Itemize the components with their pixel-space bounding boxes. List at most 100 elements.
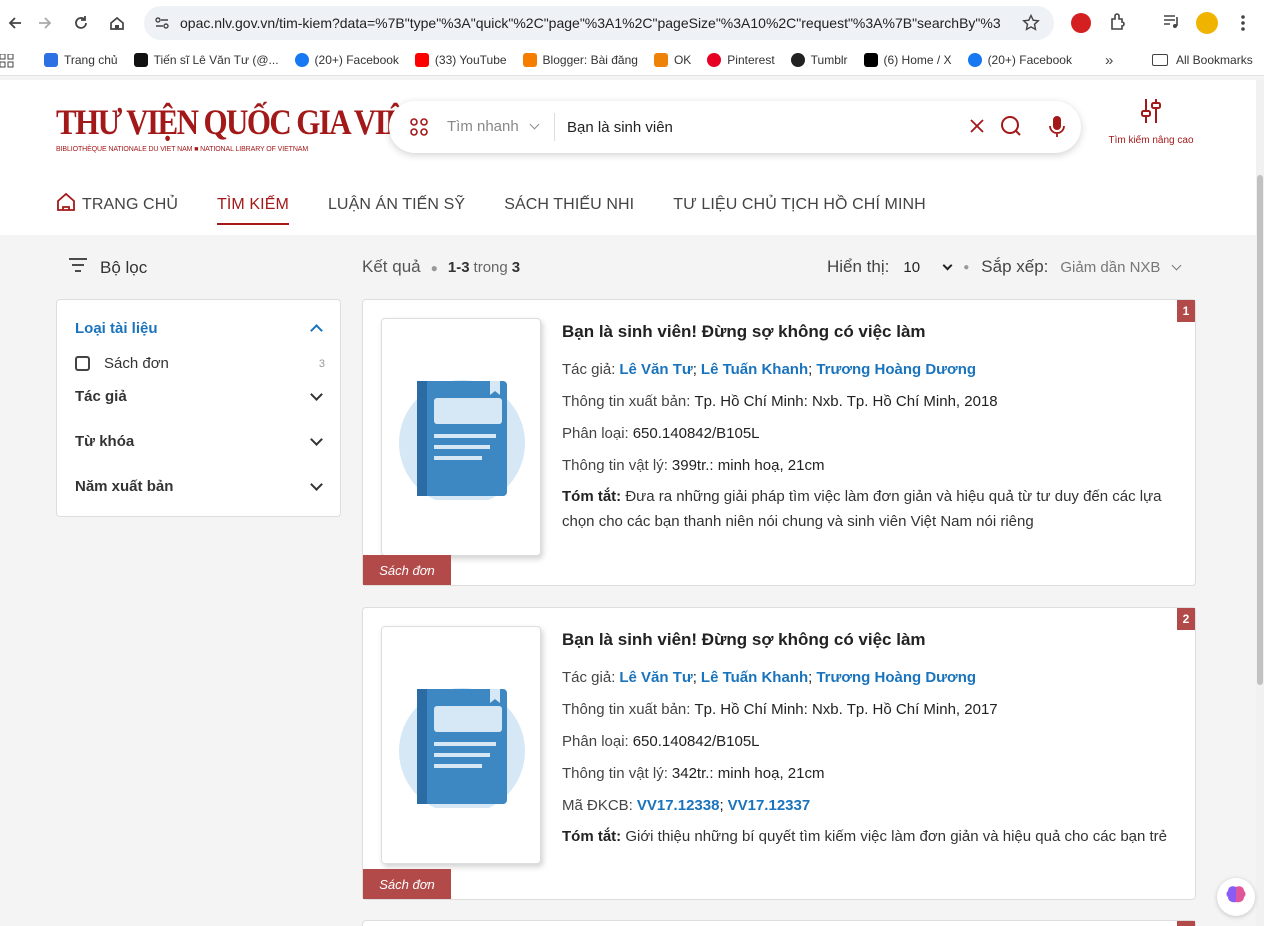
filter-doc-type[interactable]: Loại tài liệu [75, 320, 325, 337]
nav-search[interactable]: TÌM KIẾM [217, 192, 289, 225]
back-icon[interactable] [0, 8, 30, 38]
pinterest-icon [707, 53, 722, 67]
bookmark-x[interactable]: (6) Home / X [863, 53, 952, 67]
filter-header[interactable]: Bộ lọc [68, 257, 147, 278]
code-link[interactable]: VV17.12337 [728, 797, 811, 814]
filter-panel: Loại tài liệu Sách đơn 3 Tác giả Từ khóa… [56, 299, 341, 517]
bookmark-blogger[interactable]: Blogger: Bài đăng [522, 53, 638, 67]
browser-menu-icon[interactable] [1240, 14, 1246, 37]
bookmark-label: Tiến sĩ Lê Văn Tư (@... [153, 53, 279, 67]
author-link[interactable]: Lê Tuấn Khanh [701, 669, 808, 686]
grid-dots-icon[interactable] [409, 117, 429, 142]
clear-icon[interactable] [970, 119, 984, 138]
search-mode-dropdown[interactable]: Tìm nhanh [447, 118, 540, 135]
filter-year[interactable]: Năm xuất bản [75, 478, 325, 495]
result-card[interactable]: 2 Sách đơn Bạn là sinh viên! Đừng sợ khô… [362, 607, 1196, 900]
folder-icon [1152, 54, 1168, 66]
physical-label: Thông tin vật lý: [562, 456, 668, 474]
nav-home[interactable]: TRANG CHỦ [56, 192, 178, 217]
page-size-select[interactable]: 10 [903, 259, 953, 276]
ok-icon [653, 53, 668, 67]
home-outline-icon [56, 192, 76, 217]
bookmark-ok[interactable]: OK [653, 53, 691, 67]
author-link[interactable]: Lê Văn Tư [619, 361, 692, 378]
nav-kids-books[interactable]: SÁCH THIẾU NHI [504, 192, 634, 217]
tumblr-icon [790, 53, 805, 67]
result-number [1177, 921, 1195, 926]
checkbox[interactable] [75, 356, 90, 371]
filter-option-count: 3 [318, 357, 325, 370]
sort-select[interactable]: Giảm dần NXB [1060, 259, 1182, 276]
book-thumbnail[interactable] [381, 626, 541, 864]
filter-author[interactable]: Tác giả [75, 388, 325, 405]
separator: ; [692, 360, 697, 378]
bookmark-pinterest[interactable]: Pinterest [707, 53, 775, 67]
tiktok-icon [133, 53, 148, 67]
author-link[interactable]: Trương Hoàng Dương [816, 361, 976, 378]
bookmark-label: (20+) Facebook [987, 53, 1072, 67]
result-card[interactable] [362, 920, 1196, 926]
author-label: Tác giả: [562, 668, 616, 686]
filter-option-single-book[interactable]: Sách đơn 3 [75, 355, 325, 372]
results-label: Kết quả [362, 257, 421, 276]
nav-hcm-archive[interactable]: TƯ LIỆU CHỦ TỊCH HỒ CHÍ MINH [673, 192, 926, 217]
all-bookmarks[interactable]: All Bookmarks [1152, 53, 1253, 67]
advanced-search-button[interactable]: Tìm kiếm nâng cao [1106, 98, 1196, 146]
address-bar[interactable]: opac.nlv.gov.vn/tim-kiem?data=%7B"type"%… [144, 6, 1054, 40]
author-line: Tác giả: Lê Văn Tư; Lê Tuấn Khanh; Trươn… [562, 353, 1172, 385]
bookmark-home[interactable]: Trang chủ [44, 53, 118, 67]
search-icon[interactable] [1000, 115, 1022, 142]
summary-text: Đưa ra những giải pháp tìm việc làm đơn … [562, 488, 1162, 530]
nav-thesis[interactable]: LUẬN ÁN TIẾN SỸ [328, 192, 465, 217]
publish-line: Thông tin xuất bản: Tp. Hồ Chí Minh: Nxb… [562, 693, 1172, 725]
author-link[interactable]: Trương Hoàng Dương [816, 669, 976, 686]
media-control-icon[interactable] [1163, 13, 1181, 36]
extensions-icon[interactable] [1108, 12, 1128, 37]
profile-avatar[interactable] [1196, 12, 1218, 34]
apps-grid-icon[interactable] [0, 53, 14, 73]
chevron-down-icon [942, 260, 953, 270]
bookmark-label: Pinterest [727, 53, 775, 67]
filter-title: Bộ lọc [100, 257, 148, 277]
filter-keyword[interactable]: Từ khóa [75, 433, 325, 450]
author-link[interactable]: Lê Tuấn Khanh [701, 361, 808, 378]
scrollbar-thumb[interactable] [1257, 175, 1263, 685]
ai-assistant-button[interactable] [1217, 878, 1255, 916]
book-thumbnail[interactable] [381, 318, 541, 556]
bookmark-tiktok[interactable]: Tiến sĩ Lê Văn Tư (@... [133, 53, 279, 67]
result-title[interactable]: Bạn là sinh viên! Đừng sợ không có việc … [562, 322, 1172, 342]
publish-line: Thông tin xuất bản: Tp. Hồ Chí Minh: Nxb… [562, 385, 1172, 417]
separator: ; [719, 796, 724, 814]
search-input[interactable] [567, 115, 947, 139]
bookmarks-overflow-icon[interactable]: » [1105, 52, 1113, 69]
author-label: Tác giả: [562, 360, 616, 378]
microphone-icon[interactable] [1049, 115, 1065, 144]
physical-value: 342tr.: minh hoạ, 21cm [671, 764, 825, 782]
bookmark-label: (6) Home / X [883, 53, 952, 67]
reload-icon[interactable] [66, 8, 96, 38]
code-link[interactable]: VV17.12338 [637, 797, 720, 814]
forward-icon[interactable] [30, 8, 60, 38]
author-link[interactable]: Lê Văn Tư [619, 669, 692, 686]
classify-value: 650.140842/B105L [632, 732, 760, 750]
classify-line: Phân loại: 650.140842/B105L [562, 417, 1172, 449]
bookmark-star-icon[interactable] [1022, 13, 1040, 37]
main-nav: TRANG CHỦ TÌM KIẾM LUẬN ÁN TIẾN SỸ SÁCH … [56, 192, 965, 225]
bookmark-youtube[interactable]: (33) YouTube [414, 53, 507, 67]
page-scrollbar[interactable] [1256, 80, 1264, 926]
author-line: Tác giả: Lê Văn Tư; Lê Tuấn Khanh; Trươn… [562, 661, 1172, 693]
home-icon[interactable] [102, 8, 132, 38]
chevron-up-icon [310, 324, 323, 337]
bookmark-tumblr[interactable]: Tumblr [790, 53, 848, 67]
summary: Tóm tắt: Giới thiệu những bí quyết tìm k… [562, 824, 1172, 849]
result-card[interactable]: 1 Sách đơn Bạn là sinh viên! Đừng sợ khô… [362, 299, 1196, 586]
display-controls: Hiển thị: 10 ● Sắp xếp: Giảm dần NXB [827, 257, 1182, 277]
bookmark-facebook[interactable]: (20+) Facebook [294, 53, 399, 67]
bookmarks-bar: Trang chủ Tiến sĩ Lê Văn Tư (@... (20+) … [0, 46, 1264, 76]
filter-option-label: Sách đơn [104, 355, 169, 372]
extension-red-icon[interactable] [1071, 13, 1091, 33]
bookmark-facebook-2[interactable]: (20+) Facebook [967, 53, 1072, 67]
publish-label: Thông tin xuất bản: [562, 700, 691, 718]
result-title[interactable]: Bạn là sinh viên! Đừng sợ không có việc … [562, 630, 1172, 650]
site-info-icon[interactable] [154, 15, 170, 36]
